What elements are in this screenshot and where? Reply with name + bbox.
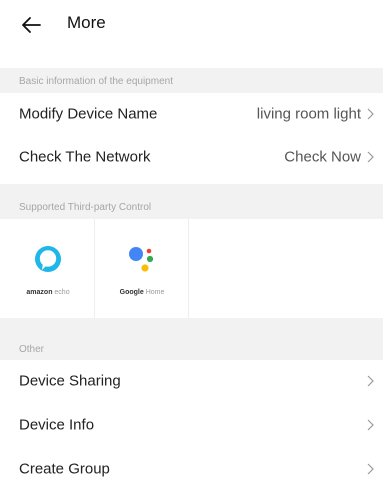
alexa-icon [35, 246, 61, 272]
section-header-other: Other [0, 318, 383, 360]
row-value: Check Now [284, 148, 361, 166]
chevron-right-icon [367, 108, 374, 120]
section-header-third-party: Supported Third-party Control [0, 184, 383, 219]
section-header-basic: Basic information of the equipment [0, 68, 383, 93]
google-home-card[interactable]: Google Home [96, 219, 189, 318]
device-info-row[interactable]: Device Info [0, 404, 383, 446]
row-label: Modify Device Name [19, 105, 158, 123]
brand-name: Google [119, 289, 144, 296]
row-value: living room light [256, 105, 361, 123]
amazon-echo-card[interactable]: amazon echo [2, 219, 95, 318]
page-title: More [67, 13, 106, 32]
google-assistant-icon [129, 247, 154, 272]
chevron-right-icon [367, 419, 374, 431]
chevron-right-icon [367, 463, 374, 475]
product-name: Home [143, 289, 165, 296]
create-group-row[interactable]: Create Group [0, 448, 383, 490]
third-party-grid: amazon echo Google Home [0, 219, 383, 318]
row-label: Check The Network [19, 148, 151, 166]
google-home-label: Google Home [96, 289, 188, 296]
header: More [0, 0, 383, 52]
chevron-right-icon [367, 375, 374, 387]
section-title: Basic information of the equipment [19, 76, 173, 87]
amazon-echo-label: amazon echo [2, 289, 94, 296]
device-sharing-row[interactable]: Device Sharing [0, 360, 383, 402]
brand-name: amazon [26, 289, 53, 296]
modify-device-name-row[interactable]: Modify Device Name living room light [0, 93, 383, 135]
section-title: Supported Third-party Control [19, 202, 152, 213]
arrow-left-icon[interactable] [20, 14, 42, 36]
product-name: echo [52, 289, 70, 296]
section-title: Other [19, 344, 45, 355]
row-label: Device Info [19, 416, 95, 434]
row-label: Device Sharing [19, 372, 121, 390]
check-network-row[interactable]: Check The Network Check Now [0, 136, 383, 178]
row-label: Create Group [19, 460, 110, 478]
chevron-right-icon [367, 151, 374, 163]
